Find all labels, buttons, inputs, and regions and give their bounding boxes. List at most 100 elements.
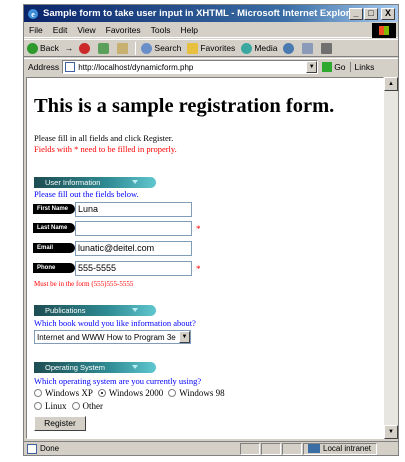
go-button[interactable]: Go xyxy=(322,62,351,72)
radio-windows-xp[interactable] xyxy=(34,389,42,397)
print-icon xyxy=(321,42,333,54)
page-viewport: This is a sample registration form. Plea… xyxy=(26,77,384,439)
page-done-icon xyxy=(27,443,37,454)
phone-field[interactable]: 555-5555 xyxy=(75,261,192,276)
search-button[interactable]: Search xyxy=(138,42,184,54)
required-star: * xyxy=(196,224,201,234)
go-arrow-icon xyxy=(322,62,333,72)
print-button[interactable] xyxy=(318,42,337,54)
back-arrow-icon xyxy=(27,42,38,54)
home-icon xyxy=(117,42,129,54)
address-input[interactable]: http://localhost/dynamicform.php ▼ xyxy=(62,60,319,74)
window-title: Sample form to take user input in XHTML … xyxy=(43,8,349,19)
favorites-star-icon xyxy=(187,42,199,54)
scroll-up-icon[interactable]: ▲ xyxy=(384,77,398,91)
radio-linux[interactable] xyxy=(34,402,42,410)
radio-label: Windows 2000 xyxy=(108,388,164,398)
address-url: http://localhost/dynamicform.php xyxy=(78,62,194,72)
stop-button[interactable] xyxy=(76,42,95,54)
last-name-field[interactable] xyxy=(75,221,192,236)
status-panel xyxy=(282,442,302,455)
menu-edit[interactable]: Edit xyxy=(48,25,73,35)
go-label: Go xyxy=(334,62,346,72)
favorites-button[interactable]: Favorites xyxy=(184,42,238,54)
menu-bar: File Edit View Favorites Tools Help xyxy=(24,23,398,38)
phone-error-text: Must be in the form (555)555-5555 xyxy=(34,280,134,288)
windows-logo-icon xyxy=(372,23,396,38)
required-star: * xyxy=(196,264,201,274)
address-label: Address xyxy=(28,62,60,72)
user-information-banner: User Information xyxy=(34,177,156,188)
radio-label: Linux xyxy=(45,401,67,411)
intro-text: Please fill in all fields and click Regi… xyxy=(34,133,174,143)
toolbar-separator xyxy=(135,41,137,55)
email-field[interactable]: lunatic@deitel.com xyxy=(75,241,192,256)
book-select-value: Internet and WWW How to Program 3e xyxy=(37,332,176,342)
svg-text:e: e xyxy=(31,10,35,19)
first-name-field[interactable]: Luna xyxy=(75,202,192,217)
media-label: Media xyxy=(254,43,278,53)
os-question: Which operating system are you currently… xyxy=(34,376,202,386)
search-label: Search xyxy=(154,43,182,53)
radio-windows-98[interactable] xyxy=(168,389,177,397)
os-radio-row-1: Windows XP Windows 2000 Windows 98 xyxy=(34,388,230,398)
media-button[interactable]: Media xyxy=(238,42,280,54)
scroll-down-icon[interactable]: ▼ xyxy=(384,425,398,439)
intranet-icon xyxy=(308,444,320,453)
register-button[interactable]: Register xyxy=(34,416,86,431)
links-button[interactable]: Links xyxy=(355,62,375,72)
radio-label: Windows XP xyxy=(45,388,93,398)
close-button[interactable]: X xyxy=(381,7,395,20)
book-select[interactable]: Internet and WWW How to Program 3e ▼ xyxy=(34,330,191,344)
radio-label: Other xyxy=(82,401,104,411)
back-label: Back xyxy=(40,43,59,53)
email-label: Email xyxy=(33,243,75,253)
os-radio-row-2: Linux Other xyxy=(34,401,108,411)
page-title: This is a sample registration form. xyxy=(34,95,335,117)
radio-other[interactable] xyxy=(71,402,80,410)
back-button[interactable]: Back xyxy=(24,42,62,54)
status-panel xyxy=(240,442,260,455)
maximize-button[interactable]: □ xyxy=(364,7,378,20)
favorites-label: Favorites xyxy=(200,43,236,53)
menu-file[interactable]: File xyxy=(24,25,48,35)
internet-explorer-icon: e xyxy=(28,8,38,19)
phone-label: Phone xyxy=(33,263,75,273)
address-bar: Address http://localhost/dynamicform.php… xyxy=(24,58,398,75)
forward-button[interactable]: → xyxy=(62,43,77,53)
banner-arrow-icon xyxy=(132,365,138,369)
history-button[interactable] xyxy=(280,42,299,54)
home-button[interactable] xyxy=(114,42,133,54)
security-zone: Local intranet xyxy=(303,442,377,455)
user-instruction: Please fill out the fields below. xyxy=(34,189,139,199)
banner-arrow-icon xyxy=(132,180,138,184)
title-bar: e Sample form to take user input in XHTM… xyxy=(24,5,398,22)
menu-favorites[interactable]: Favorites xyxy=(101,25,146,35)
chevron-down-icon[interactable]: ▼ xyxy=(179,331,190,343)
minimize-button[interactable]: _ xyxy=(349,7,363,20)
first-name-label: First Name xyxy=(33,204,75,214)
mail-icon xyxy=(302,42,314,54)
browser-window: e Sample form to take user input in XHTM… xyxy=(23,4,399,456)
menu-tools[interactable]: Tools xyxy=(146,25,176,35)
last-name-label: Last Name xyxy=(33,223,75,233)
banner-label: User Information xyxy=(45,178,101,187)
mail-button[interactable] xyxy=(299,42,318,54)
menu-view[interactable]: View xyxy=(72,25,100,35)
radio-label: Windows 98 xyxy=(179,388,225,398)
status-panel xyxy=(261,442,281,455)
chevron-down-icon[interactable]: ▼ xyxy=(306,61,318,73)
refresh-button[interactable] xyxy=(95,42,114,54)
radio-windows-2000[interactable] xyxy=(97,389,106,397)
history-icon xyxy=(283,42,295,54)
zone-label: Local intranet xyxy=(323,444,372,453)
page-icon xyxy=(65,62,76,72)
menu-help[interactable]: Help xyxy=(175,25,202,35)
search-icon xyxy=(141,42,153,54)
forward-arrow-icon: → xyxy=(64,43,74,53)
operating-system-banner: Operating System xyxy=(34,362,156,373)
banner-label: Operating System xyxy=(45,363,106,372)
status-text: Done xyxy=(40,444,60,453)
vertical-scrollbar[interactable]: ▲ ▼ xyxy=(384,77,398,439)
banner-label: Publications xyxy=(45,306,86,315)
